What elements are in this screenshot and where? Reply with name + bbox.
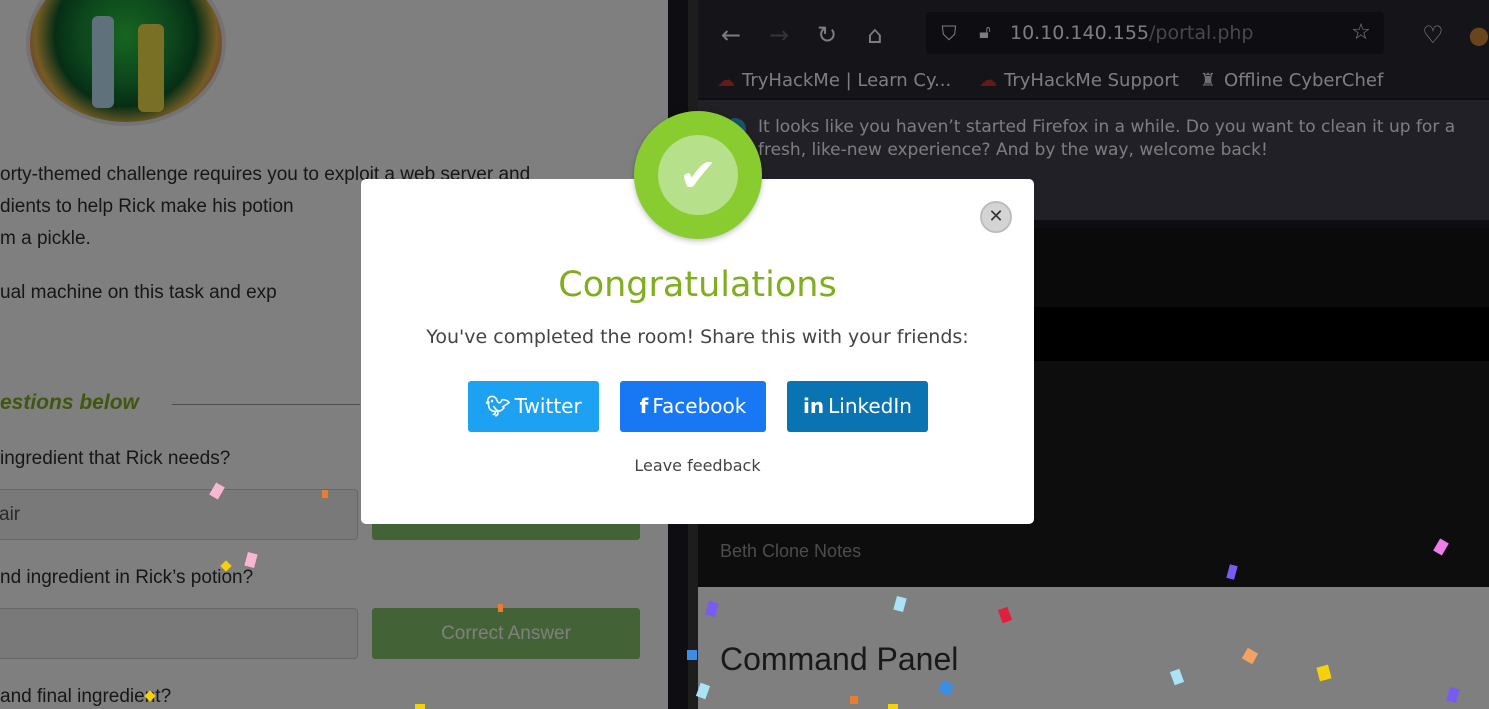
leave-feedback-link[interactable]: Leave feedback [361, 456, 1034, 475]
completion-badge: ✔ [634, 111, 762, 239]
twitter-icon: 🐦︎ [485, 394, 511, 418]
share-twitter-label: Twitter [514, 394, 582, 418]
share-linkedin-label: LinkedIn [828, 394, 912, 418]
facebook-icon: f [639, 394, 649, 418]
confetti-piece [415, 704, 425, 709]
share-facebook-button[interactable]: f Facebook [620, 381, 766, 432]
confetti-piece [888, 704, 898, 709]
check-badge-icon: ✔ [678, 148, 718, 202]
confetti-piece [687, 650, 697, 660]
confetti-piece [322, 490, 328, 498]
confetti-piece [850, 696, 858, 704]
modal-title: Congratulations [558, 265, 837, 305]
badge-inner: ✔ [658, 135, 738, 215]
share-linkedin-button[interactable]: in LinkedIn [787, 381, 928, 432]
share-facebook-label: Facebook [652, 394, 747, 418]
linkedin-icon: in [803, 394, 825, 418]
close-icon[interactable]: ✕ [980, 201, 1012, 233]
modal-subtitle: You've completed the room! Share this wi… [426, 326, 969, 348]
confetti-piece [498, 604, 503, 612]
share-twitter-button[interactable]: 🐦︎ Twitter [468, 381, 599, 432]
